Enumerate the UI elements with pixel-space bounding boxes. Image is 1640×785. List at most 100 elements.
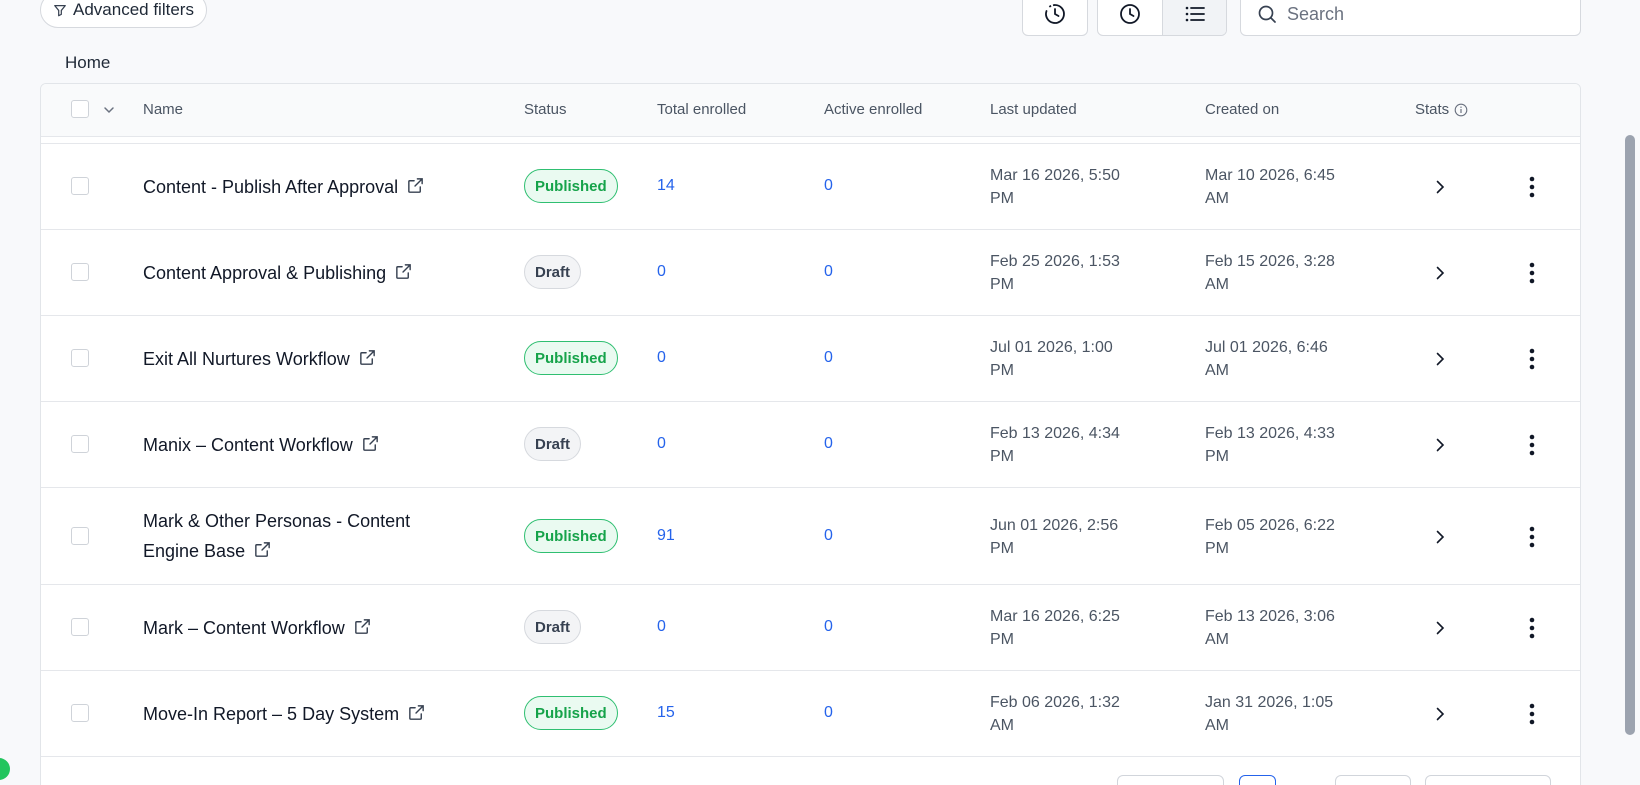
total-enrolled-count[interactable]: 0 [657,349,666,367]
workflow-name-cell[interactable]: Move-In Report – 5 Day System [143,699,426,729]
search-icon [1258,5,1276,23]
workflows-table: Name Status Total enrolled Active enroll… [40,83,1581,785]
external-link-icon[interactable] [407,703,426,722]
last-updated-date: Feb 13 2026, 4:34 PM [990,422,1140,468]
pagination-page-button[interactable] [1239,775,1276,785]
pagination-next-button[interactable] [1335,775,1411,785]
workflow-name[interactable]: Move-In Report – 5 Day System [143,704,399,724]
active-enrolled-count[interactable]: 0 [824,527,833,545]
workflow-name-cell[interactable]: Exit All Nurtures Workflow [143,344,377,374]
list-view-button[interactable] [1162,0,1226,35]
external-link-icon[interactable] [353,617,372,636]
row-checkbox[interactable] [71,263,89,281]
total-enrolled-count[interactable]: 15 [657,704,675,722]
row-checkbox[interactable] [71,704,89,722]
active-enrolled-count[interactable]: 0 [824,177,833,195]
chevron-right-icon[interactable] [1431,350,1449,368]
column-header-last-updated[interactable]: Last updated [990,101,1077,118]
table-row[interactable]: Exit All Nurtures Workflow Published 0 0… [41,316,1580,402]
table-row[interactable]: Move-In Report – 5 Day System Published … [41,671,1580,757]
workflow-name-line2[interactable]: Engine Base [143,541,245,561]
workflow-name[interactable]: Exit All Nurtures Workflow [143,349,350,369]
created-on-line2: AM [1205,631,1229,648]
active-enrolled-count[interactable]: 0 [824,618,833,636]
chevron-right-icon[interactable] [1431,264,1449,282]
chevron-right-icon[interactable] [1431,705,1449,723]
kebab-menu-icon[interactable] [1528,175,1536,199]
active-enrolled-count[interactable]: 0 [824,704,833,722]
help-widget-bubble[interactable] [0,758,10,780]
workflow-name[interactable]: Content - Publish After Approval [143,177,398,197]
last-updated-date: Feb 06 2026, 1:32 AM [990,691,1140,737]
created-on-line2: AM [1205,362,1229,379]
pagination-prev-button[interactable] [1117,775,1224,785]
chevron-right-icon[interactable] [1431,528,1449,546]
column-header-status[interactable]: Status [524,101,567,118]
row-checkbox[interactable] [71,527,89,545]
kebab-menu-icon[interactable] [1528,347,1536,371]
table-header: Name Status Total enrolled Active enroll… [41,84,1580,137]
kebab-menu-icon[interactable] [1528,261,1536,285]
chevron-right-icon[interactable] [1431,436,1449,454]
workflow-name-cell[interactable]: Mark – Content Workflow [143,613,372,643]
info-icon[interactable] [1454,103,1468,117]
status-badge: Published [524,519,618,553]
workflow-name-cell[interactable]: Content - Publish After Approval [143,172,425,202]
active-enrolled-count[interactable]: 0 [824,263,833,281]
table-row[interactable]: Content Approval & Publishing Draft 0 0 … [41,230,1580,316]
external-link-icon[interactable] [406,176,425,195]
total-enrolled-count[interactable]: 14 [657,177,675,195]
external-link-icon[interactable] [394,262,413,281]
total-enrolled-count[interactable]: 0 [657,263,666,281]
last-updated-line1: Feb 25 2026, 1:53 [990,253,1120,270]
row-checkbox[interactable] [71,618,89,636]
chevron-right-icon[interactable] [1431,178,1449,196]
scrollbar-thumb[interactable] [1625,135,1635,735]
kebab-menu-icon[interactable] [1528,616,1536,640]
active-enrolled-count[interactable]: 0 [824,349,833,367]
chevron-down-icon[interactable] [102,103,116,117]
external-link-icon[interactable] [253,540,272,559]
row-checkbox[interactable] [71,349,89,367]
external-link-icon[interactable] [358,348,377,367]
kebab-menu-icon[interactable] [1528,702,1536,726]
active-enrolled-count[interactable]: 0 [824,435,833,453]
column-header-created-on[interactable]: Created on [1205,101,1279,118]
last-updated-line1: Jul 01 2026, 1:00 [990,339,1113,356]
table-row[interactable]: Manix – Content Workflow Draft 0 0 Feb 1… [41,402,1580,488]
advanced-filters-button[interactable]: Advanced filters [40,0,207,28]
column-header-name[interactable]: Name [143,101,183,118]
breadcrumb-home[interactable]: Home [65,53,110,73]
total-enrolled-count[interactable]: 0 [657,618,666,636]
row-checkbox[interactable] [71,435,89,453]
history-button[interactable] [1022,0,1088,36]
workflow-name-cell[interactable]: Content Approval & Publishing [143,258,413,288]
workflow-name-cell[interactable]: Manix – Content Workflow [143,430,380,460]
total-enrolled-count[interactable]: 91 [657,527,675,545]
row-checkbox[interactable] [71,177,89,195]
total-enrolled-count[interactable]: 0 [657,435,666,453]
kebab-menu-icon[interactable] [1528,525,1536,549]
column-header-stats: Stats [1415,101,1468,118]
column-header-total-enrolled[interactable]: Total enrolled [657,101,746,118]
workflow-name-line1[interactable]: Mark & Other Personas - Content [143,506,410,536]
clock-view-button[interactable] [1098,0,1162,35]
workflow-name[interactable]: Manix – Content Workflow [143,435,353,455]
table-row[interactable]: Mark – Content Workflow Draft 0 0 Mar 16… [41,585,1580,671]
external-link-icon[interactable] [361,434,380,453]
last-updated-date: Jun 01 2026, 2:56 PM [990,514,1140,560]
kebab-menu-icon[interactable] [1528,433,1536,457]
created-on-date: Feb 15 2026, 3:28 AM [1205,250,1355,296]
workflow-name-cell[interactable]: Mark & Other Personas - Content Engine B… [143,506,410,566]
column-header-active-enrolled[interactable]: Active enrolled [824,101,922,118]
workflow-name[interactable]: Mark – Content Workflow [143,618,345,638]
search-input[interactable] [1285,2,1569,26]
table-row[interactable]: Content - Publish After Approval Publish… [41,144,1580,230]
workflow-name[interactable]: Content Approval & Publishing [143,263,386,283]
history-icon [1045,4,1065,24]
search-field[interactable] [1240,0,1581,36]
select-all-checkbox[interactable] [71,100,89,118]
table-row[interactable]: Mark & Other Personas - Content Engine B… [41,488,1580,585]
chevron-right-icon[interactable] [1431,619,1449,637]
page-size-select[interactable] [1425,775,1551,785]
